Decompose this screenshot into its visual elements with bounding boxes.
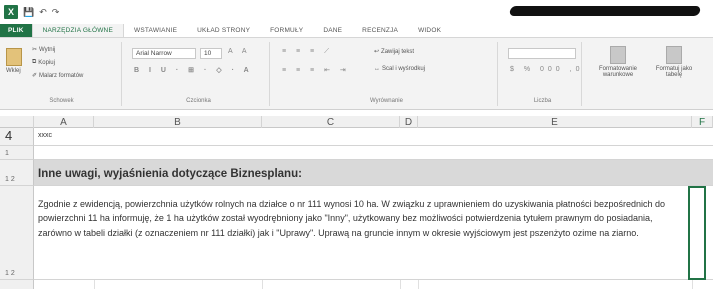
- gridline: [400, 280, 401, 289]
- clipboard-icon: [6, 48, 22, 66]
- row-header-bottom[interactable]: [0, 280, 34, 289]
- save-icon[interactable]: 💾: [23, 7, 34, 18]
- tab-6[interactable]: RECENZJA: [352, 24, 408, 37]
- cell-a4[interactable]: xxxc: [38, 132, 52, 139]
- brush-icon: ✐: [32, 73, 38, 79]
- bold-italic-underline-icon[interactable]: B I U · ⊞ · ◇ · A: [134, 66, 253, 74]
- font-group: Arial Narrow 10 A A B I U · ⊞ · ◇ · A Cz…: [128, 42, 270, 106]
- ribbon: Wklej ✂ Wytnij ⧉ Kopiuj ✐ Malarz formató…: [0, 38, 713, 110]
- wrap-icon: ↩: [374, 49, 380, 55]
- sheet-row-small: [34, 146, 713, 160]
- excel-logo-icon: X: [4, 5, 18, 19]
- column-header-e[interactable]: E: [418, 116, 692, 128]
- format-as-table-button[interactable]: Formatuj jako tabelę: [648, 46, 700, 78]
- conditional-format-button[interactable]: Formatowanie warunkowe: [592, 46, 644, 78]
- clipboard-group: Wklej ✂ Wytnij ⧉ Kopiuj ✐ Malarz formató…: [2, 42, 122, 106]
- redacted-title: [508, 6, 702, 16]
- column-header-c[interactable]: C: [262, 116, 400, 128]
- gridline: [418, 280, 419, 289]
- clipboard-group-label: Schowek: [49, 98, 74, 104]
- selected-cell-f[interactable]: [688, 186, 706, 280]
- merge-center-button[interactable]: ↔ Scal i wyśrodkuj: [374, 66, 425, 72]
- font-size-select[interactable]: 10: [200, 48, 222, 59]
- number-group-label: Liczba: [533, 98, 552, 104]
- merge-icon: ↔: [374, 66, 380, 72]
- ribbon-tabs: PLIK NARZĘDZIA GŁÓWNE WSTAWIANIE UKŁAD STRO…: [0, 24, 713, 38]
- tab-1[interactable]: NARZĘDZIA GŁÓWNE: [31, 24, 124, 37]
- quick-access-toolbar: X 💾 ↶ ↷: [4, 5, 59, 19]
- column-header-a[interactable]: A: [34, 116, 94, 128]
- sheet-row-4: xxxc: [34, 128, 713, 146]
- column-headers: A B C D E F: [0, 116, 713, 128]
- tab-5[interactable]: DANE: [313, 24, 352, 37]
- alignment-group-label: Wyrównanie: [370, 98, 403, 104]
- font-name-select[interactable]: Arial Narrow: [132, 48, 196, 59]
- alignment-group: ≡ ≡ ≡ ⟋ ↩ Zawijaj tekst ≡ ≡ ≡ ⇤ ⇥ ↔ Scal…: [276, 42, 498, 106]
- number-format-select[interactable]: [508, 48, 576, 59]
- conditional-format-label: Formatowanie warunkowe: [598, 66, 637, 78]
- column-header-f[interactable]: F: [692, 116, 713, 128]
- cut-label: Wytnij: [39, 46, 56, 53]
- tab-7[interactable]: WIDOK: [408, 24, 451, 37]
- column-header-b[interactable]: B: [94, 116, 262, 128]
- row-header-content[interactable]: 1 2: [0, 186, 34, 280]
- scissors-icon: ✂: [32, 47, 38, 53]
- copy-label: Kopiuj: [38, 59, 55, 66]
- conditional-format-icon: [610, 46, 626, 64]
- tab-4[interactable]: FORMUŁY: [260, 24, 313, 37]
- tab-2[interactable]: WSTAWIANIE: [124, 24, 187, 37]
- undo-icon[interactable]: ↶: [39, 7, 47, 18]
- content-cell[interactable]: Zgodnie z ewidencją, powierzchnia użytkó…: [38, 197, 688, 240]
- sheet-row-bottom: [34, 280, 713, 289]
- number-group: $ % 000 ,0 Liczba: [504, 42, 582, 106]
- copy-icon: ⧉: [32, 59, 37, 65]
- tab-3[interactable]: UKŁAD STRONY: [187, 24, 260, 37]
- wrap-label: Zawijaj tekst: [381, 48, 415, 55]
- select-all-corner[interactable]: [0, 116, 34, 128]
- column-header-d[interactable]: D: [400, 116, 418, 128]
- title-bar: X 💾 ↶ ↷: [0, 0, 713, 24]
- paste-label: Wklej: [6, 68, 21, 74]
- gridline: [262, 280, 263, 289]
- paste-button[interactable]: Wklej: [6, 48, 22, 74]
- content-row: Zgodnie z ewidencją, powierzchnia użytkó…: [34, 186, 713, 280]
- format-painter-button[interactable]: ✐ Malarz formatów: [32, 72, 84, 80]
- redo-icon[interactable]: ↷: [52, 7, 60, 18]
- row-header-heading[interactable]: 1 2: [0, 160, 34, 186]
- wrap-text-button[interactable]: ↩ Zawijaj tekst: [374, 48, 415, 56]
- heading-row: Inne uwagi, wyjaśnienia dotyczące Biznes…: [34, 160, 713, 186]
- format-painter-label: Malarz formatów: [39, 72, 84, 79]
- font-grow-shrink-icon[interactable]: A A: [228, 48, 251, 55]
- tab-0[interactable]: PLIK: [0, 24, 32, 37]
- table-style-icon: [666, 46, 682, 64]
- styles-group: Formatowanie warunkowe Formatuj jako tab…: [588, 42, 708, 106]
- number-format-icons[interactable]: $ % 000 ,0: [510, 66, 583, 73]
- gridline: [94, 280, 95, 289]
- top-align-icon[interactable]: ≡ ≡ ≡ ⟋: [282, 48, 333, 56]
- gridline: [692, 280, 693, 289]
- cut-button[interactable]: ✂ Wytnij: [32, 46, 56, 54]
- horizontal-align-icon[interactable]: ≡ ≡ ≡ ⇤ ⇥: [282, 66, 350, 74]
- row-header-small[interactable]: 1: [0, 146, 34, 160]
- font-group-label: Czcionka: [186, 98, 211, 104]
- merge-label: Scal i wyśrodkuj: [382, 66, 426, 72]
- heading-cell[interactable]: Inne uwagi, wyjaśnienia dotyczące Biznes…: [38, 168, 302, 180]
- copy-button[interactable]: ⧉ Kopiuj: [32, 59, 55, 66]
- row-header-4[interactable]: 4: [0, 128, 34, 146]
- format-as-table-label: Formatuj jako tabelę: [655, 66, 693, 78]
